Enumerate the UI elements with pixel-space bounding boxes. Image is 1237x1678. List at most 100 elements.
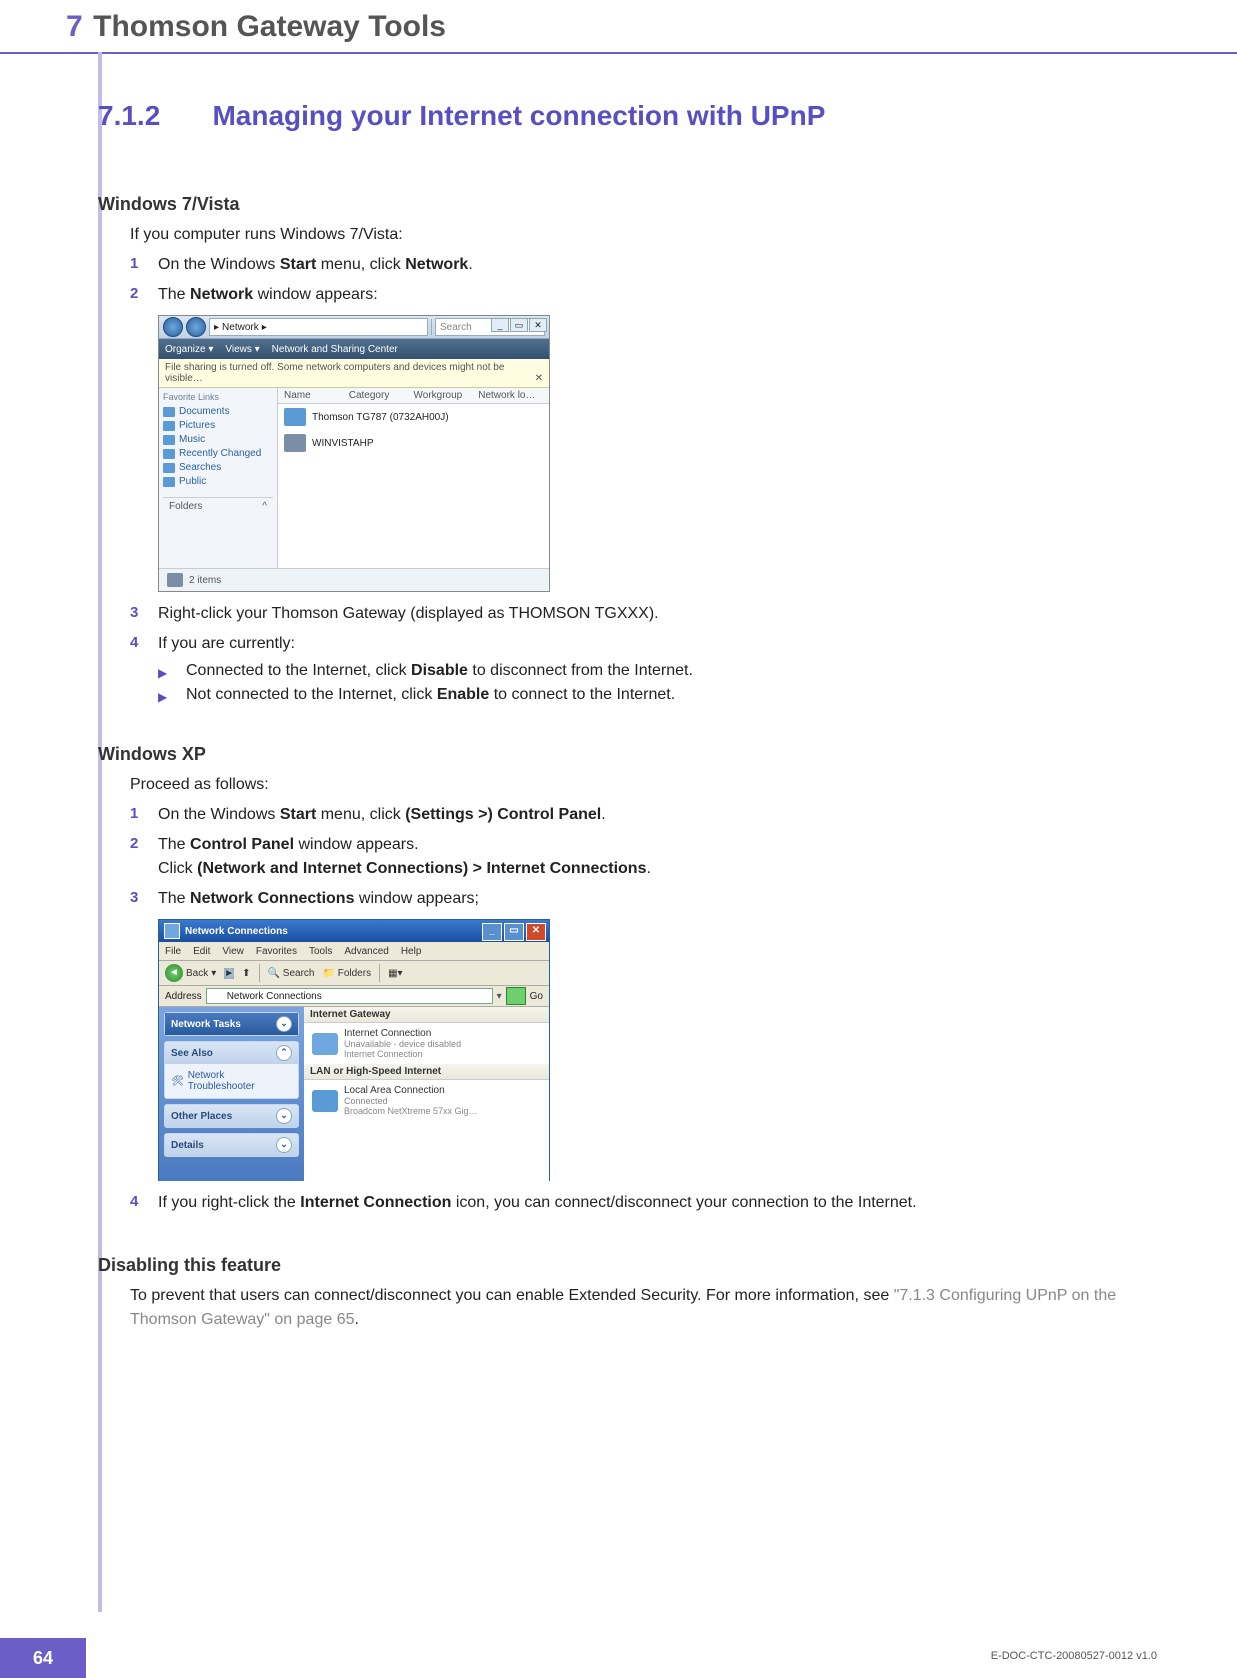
chevron-icon: ⌃ [276,1045,292,1061]
computer-icon [167,573,183,587]
organize-menu[interactable]: Organize ▾ [165,344,213,355]
menu-item[interactable]: Advanced [344,946,388,957]
document-id: E-DOC-CTC-20080527-0012 v1.0 [991,1650,1157,1662]
win7-sublist: ▶Connected to the Internet, click Disabl… [158,662,1158,704]
forward-button[interactable] [186,317,206,337]
toolbar: ◄Back▾ ► ⬆ 🔍 Search 📁 Folders ▦▾ [159,961,549,986]
win7-list: 1 On the Windows Start menu, click Netwo… [130,253,1158,307]
folders-button[interactable]: 📁 Folders [322,968,371,979]
header-rule [0,52,1237,54]
up-button[interactable]: ⬆ [242,968,250,979]
list-item: 1 On the Windows Start menu, click (Sett… [130,803,1158,827]
section-number: 7.1.2 [98,100,208,132]
folder-icon [163,449,175,459]
address-label: Address [165,991,202,1002]
close-button[interactable]: ✕ [526,923,546,941]
sidebar-link[interactable]: Public [163,476,273,487]
list-item: 2 The Control Panel window appears.Click… [130,833,1158,881]
step-text: If you are currently: [158,632,1158,656]
menu-item[interactable]: File [165,946,181,957]
step-text: The Control Panel window appears.Click (… [158,833,1158,881]
step-text: On the Windows Start menu, click Network… [158,253,1158,277]
maximize-button[interactable]: ▭ [510,318,528,332]
menu-item[interactable]: Edit [193,946,210,957]
maximize-button[interactable]: ▭ [504,923,524,941]
sidebar-link[interactable]: Music [163,434,273,445]
step-number: 3 [130,602,158,626]
connection-item[interactable]: Internet ConnectionUnavailable - device … [304,1023,549,1064]
panel-header[interactable]: See Also⌃ [165,1042,298,1064]
address-field[interactable]: Network Connections [206,988,493,1004]
bullet-icon: ▶ [158,686,186,704]
minimize-button[interactable]: _ [482,923,502,941]
chevron-icon: ⌄ [276,1137,292,1153]
bullet-icon: ▶ [158,662,186,680]
globe-icon [312,1033,338,1055]
breadcrumb-arrow-icon: ▸ [214,322,219,333]
sub-item: ▶Connected to the Internet, click Disabl… [158,662,1158,680]
panel-header[interactable]: Other Places⌄ [165,1105,298,1127]
connection-item[interactable]: Local Area ConnectionConnectedBroadcom N… [304,1080,549,1121]
win7-intro: If you computer runs Windows 7/Vista: [130,223,1158,247]
network-computer-item[interactable]: WINVISTAHP [278,430,549,456]
menu-item[interactable]: Help [401,946,422,957]
address-bar[interactable]: ▸Network▸ [209,318,428,336]
step-number: 2 [130,833,158,881]
menu-item[interactable]: View [222,946,244,957]
breadcrumb-arrow-icon: ▸ [262,322,267,333]
sidebar-link[interactable]: Searches [163,462,273,473]
info-bar[interactable]: File sharing is turned off. Some network… [159,359,549,388]
network-device-item[interactable]: Thomson TG787 (0732AH00J) [278,404,549,430]
step-number: 3 [130,887,158,911]
step-number: 1 [130,253,158,277]
sidebar-link[interactable]: Recently Changed [163,448,273,459]
step-number: 4 [130,632,158,656]
page-number: 64 [0,1638,86,1678]
step-number: 2 [130,283,158,307]
list-item: 3 Right-click your Thomson Gateway (disp… [130,602,1158,626]
folder-icon [163,421,175,431]
folder-icon [163,435,175,445]
folders-toggle[interactable]: Folders^ [163,497,273,515]
list-item: 3 The Network Connections window appears… [130,887,1158,911]
step-text: The Network Connections window appears; [158,887,1158,911]
column-headers[interactable]: NameCategoryWorkgroupNetwork lo… [278,388,549,404]
sidebar-link[interactable]: Documents [163,406,273,417]
views-button[interactable]: ▦▾ [388,968,402,979]
panel-header[interactable]: Network Tasks⌄ [165,1013,298,1035]
group-header: LAN or High-Speed Internet [304,1064,549,1080]
side-panel: Other Places⌄ [164,1104,299,1128]
menu-item[interactable]: Tools [309,946,332,957]
computer-icon [284,434,306,452]
side-panel: Network Tasks⌄ [164,1012,299,1036]
chevron-icon: ⌄ [276,1108,292,1124]
window-title: Network Connections [185,926,288,937]
sidebar-link[interactable]: Pictures [163,420,273,431]
list-item: 2 The Network window appears: [130,283,1158,307]
minimize-button[interactable]: _ [491,318,509,332]
step-text: Right-click your Thomson Gateway (displa… [158,602,1158,626]
menu-item[interactable]: Favorites [256,946,297,957]
nic-icon [312,1090,338,1112]
folder-icon [163,407,175,417]
step-text: If you right-click the Internet Connecti… [158,1191,1158,1215]
folder-icon [211,990,223,1002]
search-button[interactable]: 🔍 Search [268,968,315,979]
go-button[interactable] [506,987,526,1005]
screenshot-xp-network-connections: Network Connections _ ▭ ✕ File Edit View… [158,919,1158,1181]
back-button[interactable]: ◄Back▾ [165,964,216,982]
views-menu[interactable]: Views ▾ [225,344,259,355]
sub-item: ▶Not connected to the Internet, click En… [158,686,1158,704]
chevron-icon: ⌄ [276,1016,292,1032]
folder-icon [163,477,175,487]
close-button[interactable]: ✕ [529,318,547,332]
panel-link[interactable]: 🛠Network Troubleshooter [171,1070,292,1092]
network-sharing-center-button[interactable]: Network and Sharing Center [272,344,398,355]
back-button[interactable] [163,317,183,337]
panel-header[interactable]: Details⌄ [165,1134,298,1156]
step-text: The Network window appears: [158,283,1158,307]
section-title: Managing your Internet connection with U… [212,100,825,132]
forward-button[interactable]: ► [224,968,234,979]
step-text: On the Windows Start menu, click (Settin… [158,803,1158,827]
chevron-up-icon: ^ [262,501,267,512]
